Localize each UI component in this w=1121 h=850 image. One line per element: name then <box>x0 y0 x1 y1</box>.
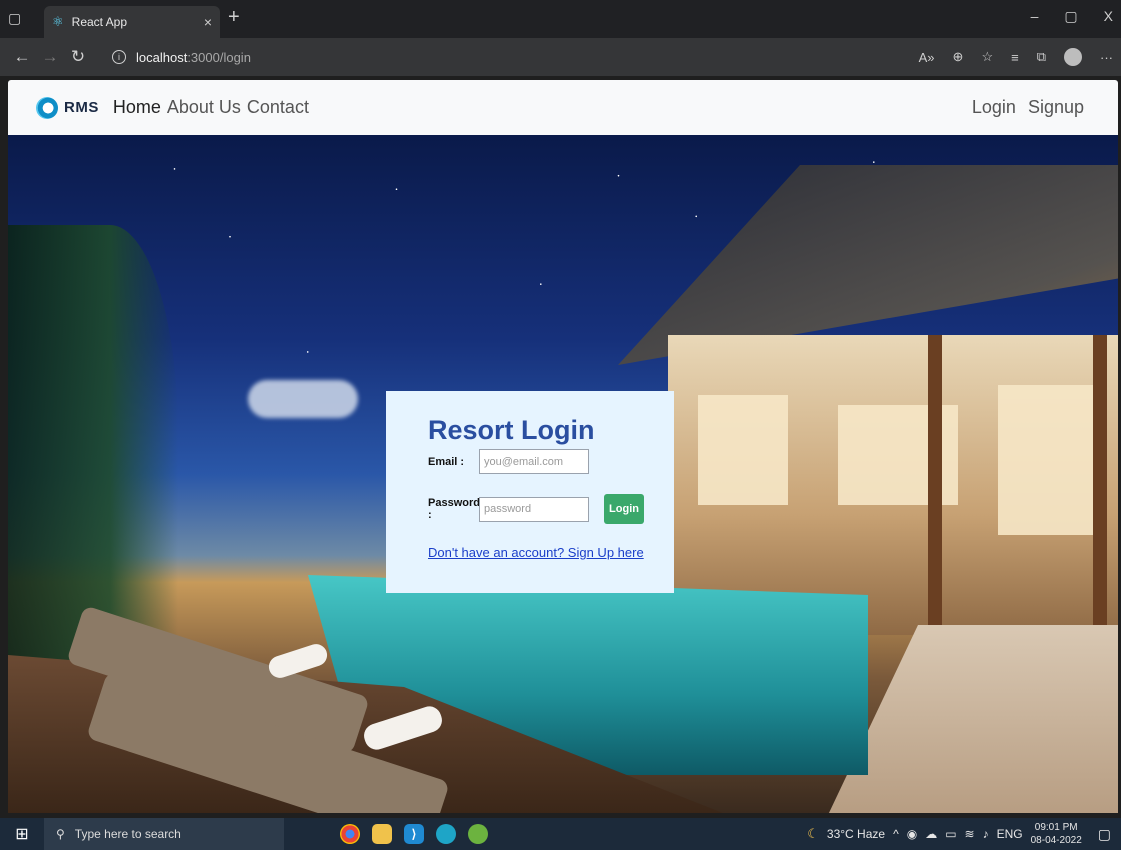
taskbar: ⊞ ⚲ Type here to search ⟩ ☾ 33°C Haze ^ … <box>0 818 1121 850</box>
profile-avatar[interactable] <box>1064 48 1082 66</box>
tab-close-button[interactable]: × <box>204 14 212 30</box>
tray-wifi-icon[interactable]: ≋ <box>965 827 975 841</box>
email-row: Email : <box>428 449 674 474</box>
nav-link-login[interactable]: Login <box>972 97 1016 118</box>
chrome-icon[interactable] <box>340 824 360 844</box>
close-window-button[interactable]: X <box>1104 8 1113 25</box>
villa-pillar <box>1093 335 1107 635</box>
refresh-icon[interactable]: ↻ <box>64 47 92 67</box>
notification-icon[interactable]: ▢ <box>1098 826 1111 843</box>
tab-actions-icon[interactable]: ▢ <box>8 10 21 27</box>
clock-time: 09:01 PM <box>1034 822 1078 833</box>
more-menu-icon[interactable]: ··· <box>1100 50 1113 65</box>
nav-link-about-us[interactable]: About Us <box>167 97 241 118</box>
browser-tab[interactable]: ⚛ React App × <box>44 6 220 38</box>
window-controls: – ▢ X <box>1031 8 1113 25</box>
page-viewport: RMS Home About Us Contact Login Signup R… <box>8 80 1118 813</box>
nav-right: Login Signup <box>972 97 1090 118</box>
taskbar-search[interactable]: ⚲ Type here to search <box>44 818 284 850</box>
favorite-star-icon[interactable]: ☆ <box>981 49 993 65</box>
email-input[interactable] <box>479 449 589 474</box>
password-input[interactable] <box>479 496 589 522</box>
tray-battery-icon[interactable]: ▭ <box>945 827 956 841</box>
edge-icon[interactable] <box>436 824 456 844</box>
hero-background-image: Resort Login Email : Password : Login Do… <box>8 135 1118 813</box>
favorites-list-icon[interactable]: ≡ <box>1011 50 1019 65</box>
villa <box>668 335 1118 635</box>
url-path: :3000/login <box>187 49 251 65</box>
login-title: Resort Login <box>428 415 595 445</box>
nav-link-contact[interactable]: Contact <box>247 97 309 118</box>
address-bar: ← → ↻ i localhost:3000/login A» ⊕ ☆ ≡ ⧉ … <box>0 38 1121 76</box>
site-info-icon[interactable]: i <box>112 50 126 64</box>
windows-start-icon[interactable]: ⊞ <box>0 818 44 850</box>
rms-logo-icon <box>36 96 58 119</box>
nav-link-home[interactable]: Home <box>113 97 161 118</box>
nav-link-signup[interactable]: Signup <box>1028 97 1084 118</box>
read-aloud-icon[interactable]: A» <box>919 50 935 65</box>
login-card: Resort Login Email : Password : Login Do… <box>386 391 674 593</box>
taskbar-search-placeholder: Type here to search <box>74 827 181 841</box>
brand-text: RMS <box>64 99 99 116</box>
clock-date: 08-04-2022 <box>1030 835 1082 846</box>
restore-button[interactable]: ▢ <box>1064 8 1077 25</box>
password-row: Password : Login <box>428 494 674 524</box>
login-button[interactable]: Login <box>604 494 644 524</box>
weather-moon-icon: ☾ <box>807 826 819 841</box>
tab-title: React App <box>71 15 128 29</box>
back-icon[interactable]: ← <box>8 47 36 67</box>
search-icon: ⚲ <box>56 827 65 841</box>
file-explorer-icon[interactable] <box>372 824 392 844</box>
villa-window <box>698 395 788 505</box>
minimize-button[interactable]: – <box>1031 8 1039 25</box>
villa-window <box>998 385 1098 535</box>
villa-pillar <box>928 335 942 635</box>
react-favicon-icon: ⚛ <box>52 14 64 29</box>
tray-cloud-icon[interactable]: ☁ <box>925 827 937 841</box>
password-label: Password : <box>428 497 480 521</box>
zoom-icon[interactable]: ⊕ <box>953 49 964 65</box>
brand[interactable]: RMS <box>36 96 99 119</box>
browser-tabstrip: ▢ ⚛ React App × + – ▢ X <box>0 0 1121 38</box>
tray-volume-icon[interactable]: ♪ <box>983 827 989 841</box>
collections-icon[interactable]: ⧉ <box>1037 49 1046 65</box>
tray-network-icon[interactable]: ◉ <box>907 827 917 841</box>
language-indicator[interactable]: ENG <box>997 827 1023 841</box>
url-host: localhost <box>136 49 188 65</box>
spring-tool-icon[interactable] <box>468 824 488 844</box>
forward-icon[interactable]: → <box>36 47 64 67</box>
browser-tools: A» ⊕ ☆ ≡ ⧉ ··· <box>919 48 1113 66</box>
new-tab-button[interactable]: + <box>228 6 240 29</box>
vscode-icon[interactable]: ⟩ <box>404 824 424 844</box>
pinned-apps: ⟩ <box>340 824 488 844</box>
cloud <box>248 380 358 418</box>
signup-link[interactable]: Don't have an account? Sign Up here <box>428 545 644 560</box>
site-navbar: RMS Home About Us Contact Login Signup <box>8 80 1118 135</box>
clock[interactable]: 09:01 PM 08-04-2022 <box>1031 821 1082 847</box>
system-tray: ☾ 33°C Haze ^ ◉ ☁ ▭ ≋ ♪ ENG 09:01 PM 08-… <box>807 821 1121 847</box>
weather-text[interactable]: 33°C Haze <box>827 827 885 841</box>
email-label: Email : <box>428 455 465 468</box>
tray-expand-icon[interactable]: ^ <box>893 827 899 841</box>
